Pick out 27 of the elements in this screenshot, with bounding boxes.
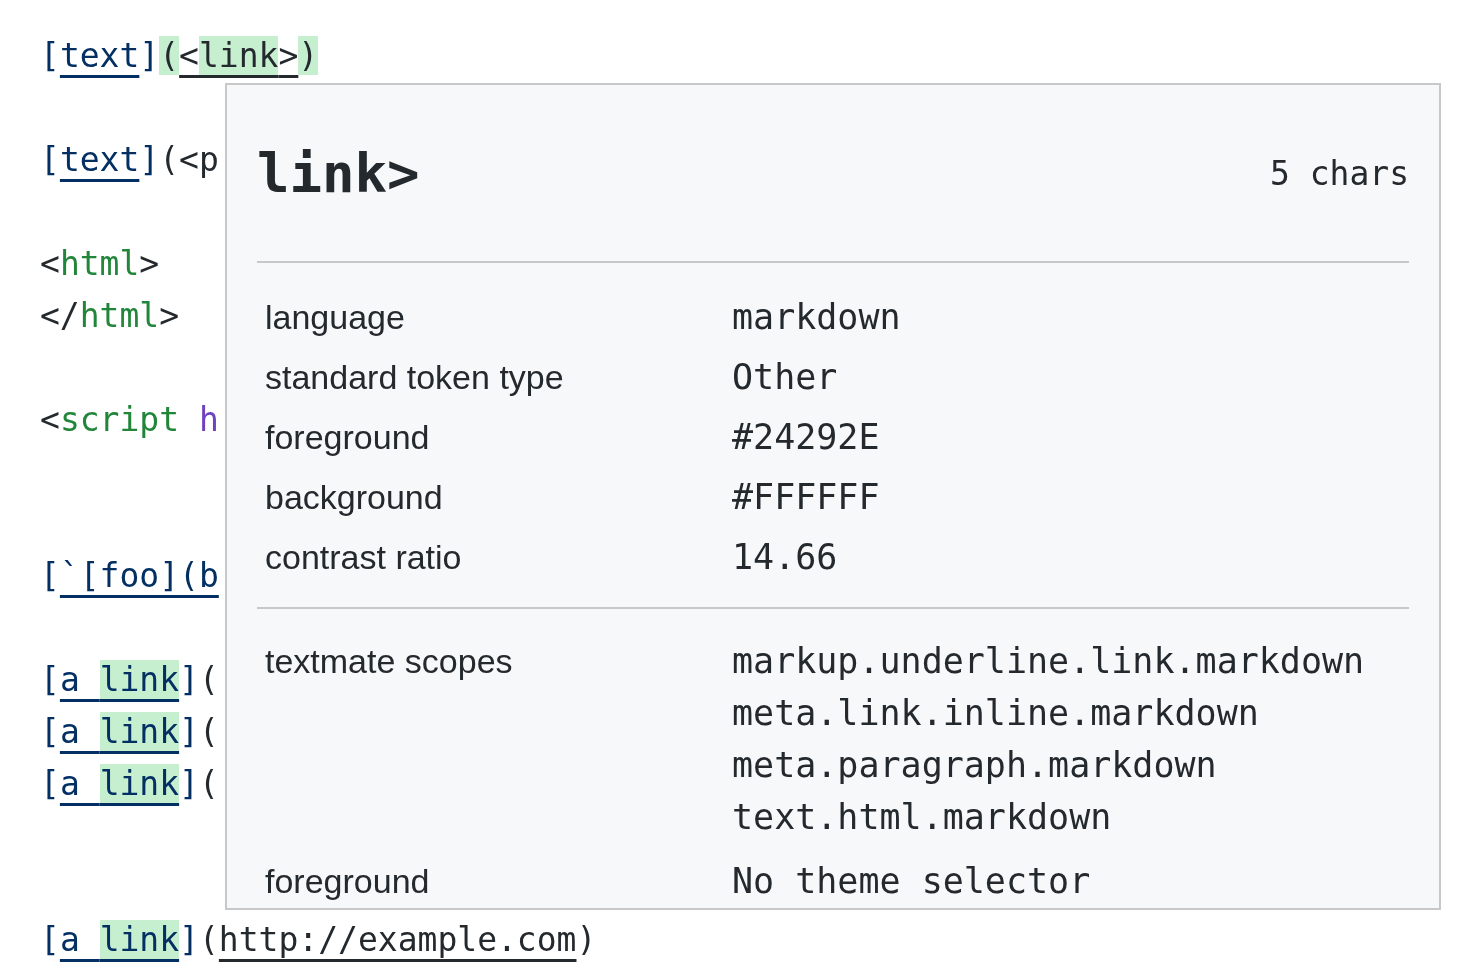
code-line: <script h — [39, 399, 219, 439]
property-value: #24292E — [732, 416, 880, 459]
property-value: meta.paragraph.markdown — [732, 744, 1218, 787]
property-value: Other — [732, 356, 838, 399]
code-line: [text](<p — [39, 139, 219, 179]
code-line: [text](<link>) — [39, 35, 319, 75]
property-value: text.html.markdown — [732, 796, 1113, 839]
code-line: [a link]( — [39, 659, 219, 699]
code-line: </html> — [39, 295, 180, 335]
property-value: markdown — [732, 296, 901, 339]
property-value: markup.underline.link.markdown — [732, 640, 1365, 683]
property-label: foreground — [264, 861, 431, 902]
property-label: language — [264, 297, 406, 338]
property-label: textmate scopes — [264, 641, 514, 682]
code-line: [a link](http://example.com) — [39, 919, 597, 959]
token-title: link> — [257, 141, 420, 205]
property-value: No theme selector — [732, 860, 1091, 903]
property-label: contrast ratio — [264, 537, 463, 578]
char-count: 5 chars — [1269, 153, 1409, 193]
property-value: 14.66 — [732, 536, 838, 579]
property-value: meta.link.inline.markdown — [732, 692, 1260, 735]
code-line: <html> — [39, 243, 160, 283]
property-label: background — [264, 477, 444, 518]
property-label: foreground — [264, 417, 431, 458]
property-value: #FFFFFF — [732, 476, 880, 519]
code-line: [`[foo](b — [39, 555, 219, 595]
property-label: standard token type — [264, 357, 565, 398]
